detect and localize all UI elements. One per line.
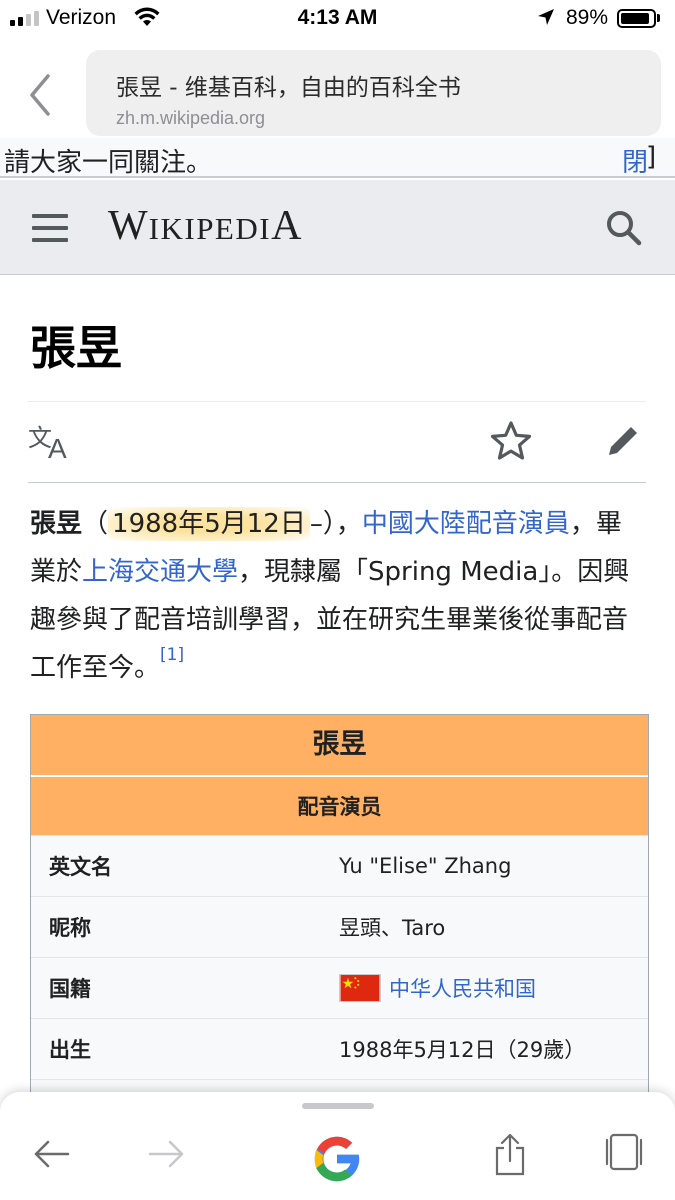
infobox-row-nickname: 昵称 昱頭、Taro (31, 896, 648, 957)
china-flag-icon (339, 974, 381, 1002)
browser-toolbar (0, 1092, 675, 1200)
infobox-label: 国籍 (49, 977, 91, 1001)
back-chevron-icon[interactable] (22, 70, 62, 120)
site-notice-close-link[interactable]: 閉 (622, 142, 648, 176)
back-arrow-icon[interactable] (32, 1132, 72, 1176)
wikipedia-header: WIKIPEDIA (0, 180, 675, 275)
watch-star-icon[interactable] (490, 420, 532, 462)
address-field[interactable]: 張昱 - 维基百科，自由的百科全书 zh.m.wikipedia.org (86, 50, 661, 136)
page-title: 張昱 (30, 321, 122, 375)
wikipedia-wordmark[interactable]: WIKIPEDIA (108, 202, 302, 250)
site-notice-bracket: ] (646, 142, 657, 172)
location-arrow-icon (538, 9, 554, 25)
status-bar: Verizon 4:13 AM 89% (0, 0, 675, 38)
infobox-label: 昵称 (49, 916, 91, 940)
infobox-row-english-name: 英文名 Yu "Elise" Zhang (31, 835, 648, 896)
lead-open-paren: （ (82, 509, 109, 539)
wordmark-final: A (271, 203, 303, 249)
menu-icon[interactable] (32, 214, 68, 242)
battery-percent: 89% (566, 6, 609, 29)
infobox-label: 出生 (49, 1038, 91, 1062)
university-link[interactable]: 上海交通大學 (82, 557, 238, 587)
page-actions-bar: 文 A (28, 401, 646, 483)
infobox-row-nationality: 国籍 中华人民共和国 (31, 957, 648, 1018)
infobox-row-born: 出生 1988年5月12日（29歲） (31, 1018, 648, 1079)
forward-arrow-icon[interactable] (146, 1132, 186, 1176)
lead-dash-close: –）， (309, 509, 362, 539)
infobox-value: Yu "Elise" Zhang (339, 854, 512, 878)
nationality-link[interactable]: 中华人民共和国 (389, 977, 536, 1001)
site-notice: 請大家一同關注。 閉 ] (0, 138, 675, 178)
edit-pencil-icon[interactable] (604, 422, 642, 460)
svg-text:A: A (48, 433, 67, 462)
url-domain: zh.m.wikipedia.org (116, 108, 266, 128)
lead-subject-name: 張昱 (30, 509, 83, 539)
sheet-grabber[interactable] (302, 1103, 374, 1109)
language-icon[interactable]: 文 A (28, 422, 76, 462)
search-icon[interactable] (604, 208, 644, 248)
occupation-link[interactable]: 中國大陸配音演員 (362, 509, 570, 539)
google-logo-icon[interactable] (308, 1130, 366, 1188)
wordmark-middle: IKIPEDI (148, 211, 272, 246)
lead-paragraph: 張昱（ 1988年5月12日 –），中國大陸配音演員，畢業於上海交通大學，現隸屬「S… (30, 500, 645, 692)
infobox-value-nationality: 中华人民共和国 (339, 973, 648, 1003)
infobox-value: 昱頭、Taro (339, 916, 446, 940)
url-page-title: 張昱 - 维基百科，自由的百科全书 (116, 75, 461, 101)
battery-tip (657, 14, 660, 22)
infobox-title: 張昱 (31, 715, 648, 775)
wordmark-initial: W (108, 203, 149, 249)
infobox: 張昱 配音演员 英文名 Yu "Elise" Zhang 昵称 昱頭、Taro … (30, 714, 649, 1100)
share-icon[interactable] (492, 1132, 528, 1178)
reference-link[interactable]: [1] (160, 645, 184, 665)
lead-birth-date-highlighted: 1988年5月12日 (108, 507, 310, 541)
infobox-label: 英文名 (49, 855, 112, 879)
site-notice-text: 請大家一同關注。 (4, 148, 213, 178)
battery-icon (617, 9, 656, 28)
infobox-value: 1988年5月12日（29歲） (339, 1038, 586, 1062)
tabs-icon[interactable] (604, 1132, 644, 1172)
infobox-subtitle: 配音演员 (31, 775, 648, 835)
